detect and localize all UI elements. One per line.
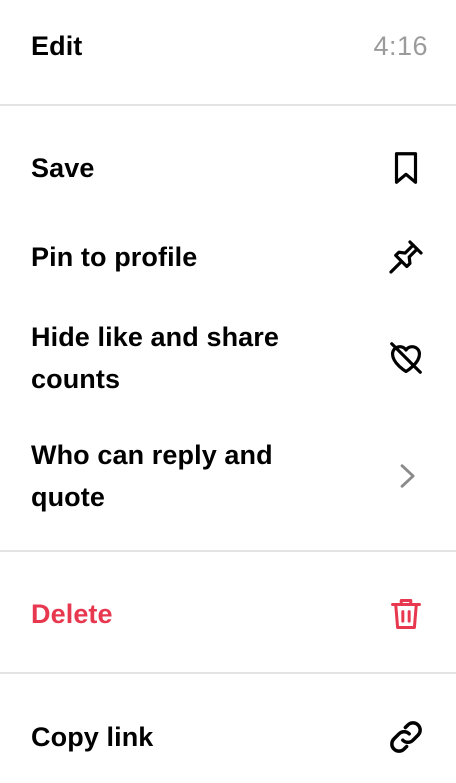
save-label: Save (31, 153, 95, 183)
who-can-reply-and-quote-label: Who can reply and quote (31, 440, 273, 512)
edit-time-remaining: 4:16 (373, 30, 428, 61)
delete-label: Delete (31, 599, 113, 629)
edit-label: Edit (31, 31, 83, 61)
divider (0, 550, 456, 552)
pin-to-profile-row[interactable]: Pin to profile (0, 233, 456, 281)
copy-link-row[interactable]: Copy link (0, 713, 456, 761)
edit-row[interactable]: Edit 4:16 (0, 24, 456, 68)
divider (0, 104, 456, 106)
divider (0, 672, 456, 674)
pin-icon (384, 235, 428, 279)
link-icon (384, 715, 428, 759)
chevron-right-icon (384, 454, 428, 498)
bookmark-icon (384, 146, 428, 190)
save-row[interactable]: Save (0, 144, 456, 192)
copy-link-label: Copy link (31, 722, 154, 752)
post-options-menu: Edit 4:16 Save Pin to profile Hide like … (0, 0, 456, 783)
hide-like-share-counts-label: Hide like and share counts (31, 322, 279, 394)
trash-icon (384, 592, 428, 636)
who-can-reply-and-quote-row[interactable]: Who can reply and quote (0, 434, 456, 518)
pin-to-profile-label: Pin to profile (31, 242, 198, 272)
delete-row[interactable]: Delete (0, 590, 456, 638)
heart-off-icon (384, 336, 428, 380)
hide-like-share-counts-row[interactable]: Hide like and share counts (0, 316, 456, 400)
